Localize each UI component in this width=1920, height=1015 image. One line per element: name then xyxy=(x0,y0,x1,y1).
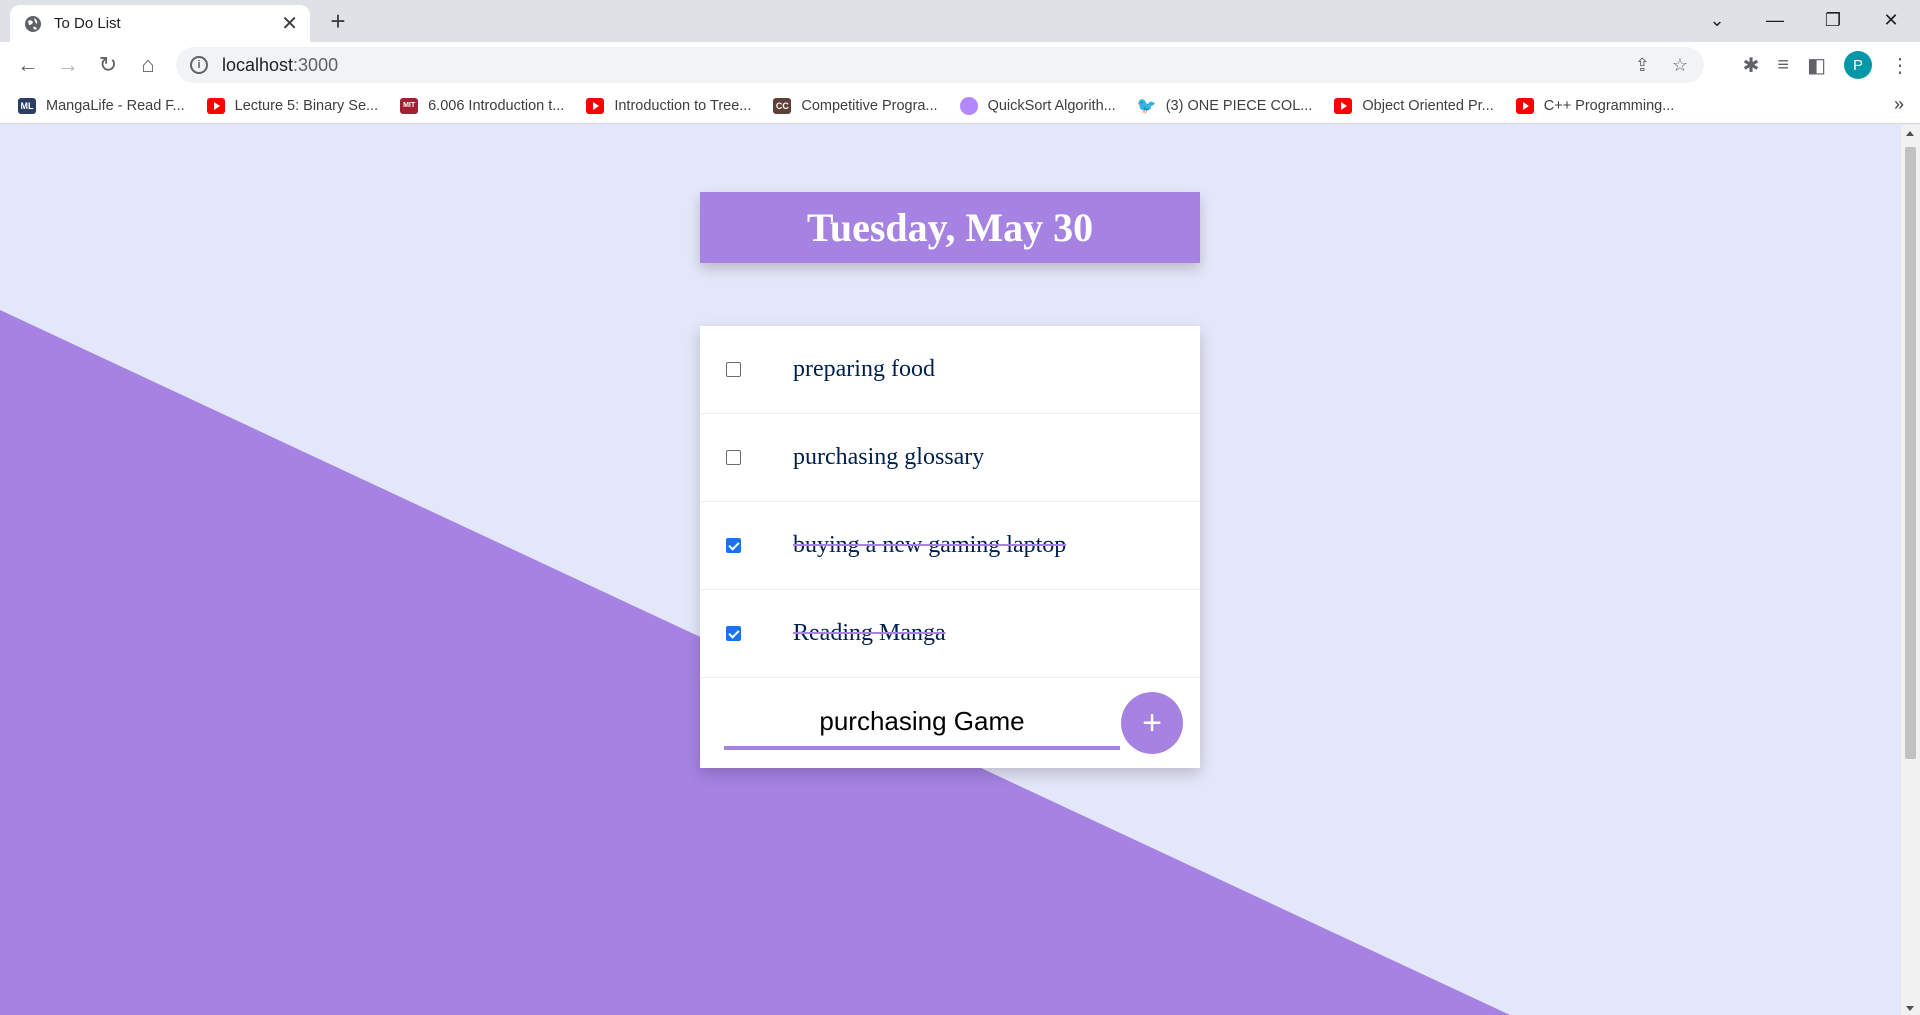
list-item: buying a new gaming laptop xyxy=(700,502,1200,590)
profile-pic-icon xyxy=(959,96,978,115)
add-button[interactable]: + xyxy=(1121,692,1183,754)
page-scrollbar[interactable] xyxy=(1901,125,1920,1015)
bookmark-item[interactable]: CC Competitive Progra... xyxy=(773,97,938,114)
browser-tab[interactable]: To Do List ✕ xyxy=(10,5,310,42)
bookmark-item[interactable]: Object Oriented Pr... xyxy=(1334,97,1494,114)
add-item-row: + xyxy=(700,678,1200,766)
youtube-icon xyxy=(206,97,225,114)
item-text: Reading Manga xyxy=(793,620,946,646)
mangalife-icon: ML xyxy=(18,97,36,114)
page-viewport: Tuesday, May 30 preparing food purchasin… xyxy=(0,125,1901,1015)
window-controls: ⌄ — ❐ ✕ xyxy=(1688,0,1920,40)
tab-title: To Do List xyxy=(54,15,121,32)
share-icon[interactable]: ⇪ xyxy=(1635,55,1650,76)
browser-toolbar: ← → ↻ ⌂ i localhost:3000 ⇪ ☆ ✱ ≡ ◧ P ⋮ xyxy=(0,42,1920,88)
youtube-icon xyxy=(586,97,605,114)
bookmark-item[interactable]: ML MangaLife - Read F... xyxy=(18,97,185,114)
item-checkbox[interactable] xyxy=(726,362,741,377)
item-text: buying a new gaming laptop xyxy=(793,532,1067,558)
list-item: Reading Manga xyxy=(700,590,1200,678)
bookmarks-bar: ML MangaLife - Read F... Lecture 5: Binar… xyxy=(0,88,1920,124)
youtube-icon xyxy=(1334,97,1353,114)
new-item-input[interactable] xyxy=(724,696,1120,750)
minimize-button[interactable]: — xyxy=(1746,0,1804,40)
item-checkbox[interactable] xyxy=(726,538,741,553)
item-text: purchasing glossary xyxy=(793,444,985,470)
bookmark-item[interactable]: C++ Programming... xyxy=(1515,97,1674,114)
list-item: purchasing glossary xyxy=(700,414,1200,502)
tab-bar: To Do List ✕ + ⌄ — ❐ ✕ xyxy=(0,0,1920,42)
date-heading-box: Tuesday, May 30 xyxy=(700,192,1200,263)
item-checkbox[interactable] xyxy=(726,626,741,641)
todo-list-card: preparing food purchasing glossary buyin… xyxy=(700,326,1200,768)
youtube-icon xyxy=(1515,97,1534,114)
extensions-icon[interactable]: ✱ xyxy=(1743,53,1760,78)
close-tab-icon[interactable]: ✕ xyxy=(281,14,298,34)
bookmark-item[interactable]: 🐦 (3) ONE PIECE COL... xyxy=(1136,97,1313,115)
home-button[interactable]: ⌂ xyxy=(128,45,168,85)
item-checkbox[interactable] xyxy=(726,450,741,465)
scrollbar-thumb[interactable] xyxy=(1905,147,1916,759)
scroll-down-arrow[interactable] xyxy=(1906,1006,1914,1011)
address-bar[interactable]: i localhost:3000 ⇪ ☆ xyxy=(176,47,1704,83)
bookmark-item[interactable]: MIT 6.006 Introduction t... xyxy=(400,97,564,114)
profile-avatar[interactable]: P xyxy=(1844,51,1872,79)
more-bookmarks-icon[interactable]: » xyxy=(1894,94,1904,115)
url-text[interactable]: localhost:3000 xyxy=(222,55,338,76)
tab-search-icon[interactable]: ⌄ xyxy=(1688,0,1746,40)
scroll-up-arrow[interactable] xyxy=(1906,131,1914,136)
globe-icon xyxy=(25,15,41,32)
bookmark-item[interactable]: Lecture 5: Binary Se... xyxy=(206,97,378,114)
forward-button[interactable]: → xyxy=(48,45,88,85)
new-tab-button[interactable]: + xyxy=(324,8,352,36)
close-window-button[interactable]: ✕ xyxy=(1862,0,1920,40)
bookmark-item[interactable]: Introduction to Tree... xyxy=(586,97,751,114)
bookmark-item[interactable]: QuickSort Algorith... xyxy=(959,96,1116,115)
site-info-icon[interactable]: i xyxy=(190,56,208,74)
bookmark-star-icon[interactable]: ☆ xyxy=(1672,55,1688,76)
reload-button[interactable]: ↻ xyxy=(88,45,128,85)
page-title: Tuesday, May 30 xyxy=(806,205,1094,250)
side-panel-icon[interactable]: ◧ xyxy=(1807,53,1826,78)
menu-icon[interactable]: ⋮ xyxy=(1890,53,1910,78)
item-text: preparing food xyxy=(793,356,935,382)
back-button[interactable]: ← xyxy=(8,45,48,85)
list-item: preparing food xyxy=(700,326,1200,414)
cc-icon: CC xyxy=(773,97,792,114)
restore-button[interactable]: ❐ xyxy=(1804,0,1862,40)
media-control-icon[interactable]: ≡ xyxy=(1777,54,1789,77)
mit-ocw-icon: MIT xyxy=(400,97,419,114)
twitter-icon: 🐦 xyxy=(1136,97,1157,115)
